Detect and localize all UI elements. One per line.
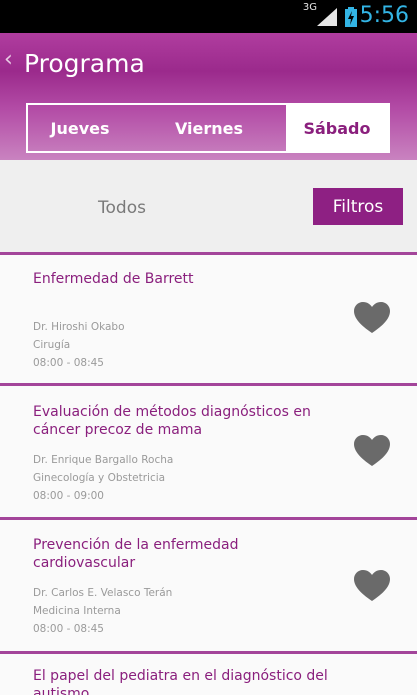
- chevron-left-icon: ‹: [4, 47, 13, 72]
- tab-label: Sábado: [303, 118, 371, 138]
- session-specialty: Medicina Interna: [33, 605, 121, 617]
- signal-icon: [317, 8, 337, 26]
- network-type: 3G: [302, 2, 317, 13]
- session-specialty: Ginecología y Obstetricia: [33, 472, 166, 484]
- day-tabs: Jueves Viernes Sábado: [26, 103, 390, 153]
- heart-icon[interactable]: [354, 302, 390, 334]
- page-title: Programa: [24, 49, 145, 78]
- tab-sabado[interactable]: Sábado: [286, 105, 388, 151]
- back-button[interactable]: ‹ Programa: [0, 33, 170, 99]
- tab-label: Jueves: [50, 118, 110, 138]
- heart-icon[interactable]: [354, 435, 390, 467]
- session-time: 08:00 - 08:45: [33, 357, 104, 369]
- list-item[interactable]: Evaluación de métodos diagnósticos en cá…: [0, 386, 417, 517]
- tab-viernes[interactable]: Viernes: [132, 105, 286, 151]
- session-time: 08:00 - 08:45: [33, 623, 104, 635]
- heart-icon[interactable]: [354, 570, 390, 602]
- session-time: 08:00 - 09:00: [33, 490, 104, 502]
- session-title: Enfermedad de Barrett: [33, 271, 194, 287]
- session-speaker: Dr. Hiroshi Okabo: [33, 321, 125, 333]
- tab-jueves[interactable]: Jueves: [28, 105, 132, 151]
- session-specialty: Cirugía: [33, 339, 71, 351]
- session-speaker: Dr. Enrique Bargallo Rocha: [33, 454, 174, 466]
- session-title: Prevención de la enfermedad cardiovascul…: [33, 537, 239, 571]
- battery-icon: [345, 7, 357, 27]
- session-title: El papel del pediatra en el diagnóstico …: [33, 668, 328, 695]
- session-speaker: Dr. Carlos E. Velasco Terán: [33, 587, 173, 599]
- filter-bar: Todos Filtros: [0, 160, 417, 252]
- tab-label: Viernes: [174, 118, 244, 138]
- filters-button[interactable]: Filtros: [313, 188, 403, 225]
- list-item[interactable]: Prevención de la enfermedad cardiovascul…: [0, 520, 417, 651]
- todos-filter[interactable]: Todos: [98, 198, 146, 218]
- clock: 5:56: [359, 3, 409, 28]
- list-item[interactable]: Enfermedad de Barrett Dr. Hiroshi Okabo …: [0, 255, 417, 383]
- list-item[interactable]: El papel del pediatra en el diagnóstico …: [0, 654, 417, 695]
- app-bar: ‹ Programa Jueves Viernes Sábado: [0, 33, 417, 160]
- session-title: Evaluación de métodos diagnósticos en cá…: [33, 404, 311, 438]
- status-bar: 3G 5:56: [0, 0, 417, 33]
